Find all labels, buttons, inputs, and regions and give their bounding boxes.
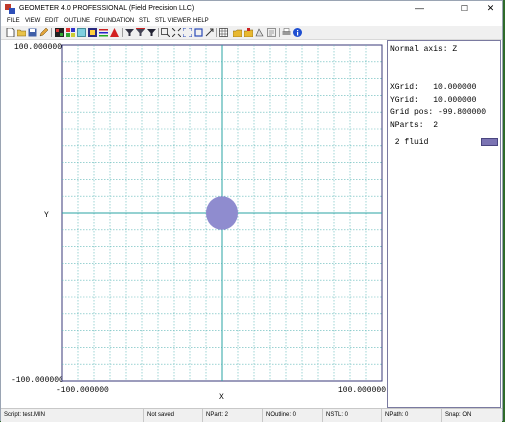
arrow-icon[interactable] <box>205 28 214 37</box>
plot-canvas[interactable] <box>1 40 387 408</box>
stl-icon[interactable] <box>255 28 264 37</box>
status-saved: Not saved <box>143 409 202 422</box>
new-file-icon[interactable] <box>6 28 15 37</box>
close-button[interactable]: ✕ <box>477 1 504 16</box>
filter-icon[interactable] <box>125 28 134 37</box>
plot-area[interactable]: 100.000000 -100.000000 -100.000000 100.0… <box>1 40 387 408</box>
part-color-swatch[interactable] <box>481 138 498 146</box>
list-icon[interactable] <box>99 28 108 37</box>
normal-axis-text: Normal axis: Z <box>390 45 458 54</box>
toolbar-separator <box>51 28 52 37</box>
menu-file[interactable]: FILE <box>7 16 20 26</box>
menu-outline[interactable]: OUTLINE <box>64 16 90 26</box>
grid-icon[interactable] <box>219 28 228 37</box>
toolbar-separator <box>158 28 159 37</box>
properties-icon[interactable] <box>267 28 276 37</box>
parts-icon[interactable] <box>55 28 64 37</box>
color-grid-icon[interactable] <box>66 28 75 37</box>
part-entry-text[interactable]: 2 fluid <box>390 138 429 147</box>
save-icon[interactable] <box>28 28 37 37</box>
part-fluid-circle[interactable] <box>206 196 238 230</box>
status-script: Script: test.MIN <box>4 412 46 418</box>
nparts-text: NParts: 2 <box>390 121 439 130</box>
zoom-fit-icon[interactable] <box>172 28 181 37</box>
filter-3-icon[interactable] <box>147 28 156 37</box>
fill-icon[interactable] <box>77 28 86 37</box>
open-folder-icon[interactable] <box>17 28 26 37</box>
app-window: GEOMETER 4.0 PROFESSIONAL (Field Precisi… <box>0 0 503 422</box>
folder-import-icon[interactable] <box>244 28 253 37</box>
status-snap: Snap: ON <box>441 409 502 422</box>
toolbar-separator <box>122 28 123 37</box>
title-bar: GEOMETER 4.0 PROFESSIONAL (Field Precisi… <box>1 1 502 16</box>
print-icon[interactable] <box>282 28 291 37</box>
status-bar: Script: test.MIN Not saved NPart: 2 NOut… <box>1 408 502 422</box>
menu-edit[interactable]: EDIT <box>45 16 59 26</box>
zoom-all-icon[interactable] <box>194 28 203 37</box>
filter-alt-icon[interactable] <box>136 28 145 37</box>
xgrid-text: XGrid: 10.000000 <box>390 83 477 92</box>
triangle-icon[interactable] <box>110 28 119 37</box>
menu-view[interactable]: VIEW <box>25 16 40 26</box>
status-nstl: NSTL: 0 <box>322 409 381 422</box>
info-panel: Normal axis: Z XGrid: 10.000000 YGrid: 1… <box>387 40 501 408</box>
minimize-button[interactable]: — <box>406 1 433 16</box>
status-npath: NPath: 0 <box>381 409 441 422</box>
app-icon <box>5 4 15 14</box>
zoom-in-icon[interactable] <box>183 28 192 37</box>
menu-stl-viewer[interactable]: STL VIEWER <box>155 16 191 26</box>
info-icon[interactable] <box>293 28 302 37</box>
toolbar <box>1 26 502 40</box>
grid-pos-text: Grid pos: -99.800000 <box>390 108 487 117</box>
edit-pencil-icon[interactable] <box>39 28 48 37</box>
menu-bar: FILE VIEW EDIT OUTLINE FOUNDATION STL ST… <box>1 16 502 26</box>
toolbar-separator <box>279 28 280 37</box>
region-icon[interactable] <box>88 28 97 37</box>
ygrid-text: YGrid: 10.000000 <box>390 96 477 105</box>
status-noutline: NOutline: 0 <box>262 409 322 422</box>
menu-stl[interactable]: STL <box>139 16 150 26</box>
window-title: GEOMETER 4.0 PROFESSIONAL (Field Precisi… <box>19 5 195 12</box>
toolbar-separator <box>216 28 217 37</box>
maximize-button[interactable]: ☐ <box>451 1 478 16</box>
zoom-window-icon[interactable] <box>161 28 170 37</box>
menu-help[interactable]: HELP <box>193 16 209 26</box>
status-npart: NPart: 2 <box>202 409 262 422</box>
menu-foundation[interactable]: FOUNDATION <box>95 16 134 26</box>
folder-export-icon[interactable] <box>233 28 242 37</box>
